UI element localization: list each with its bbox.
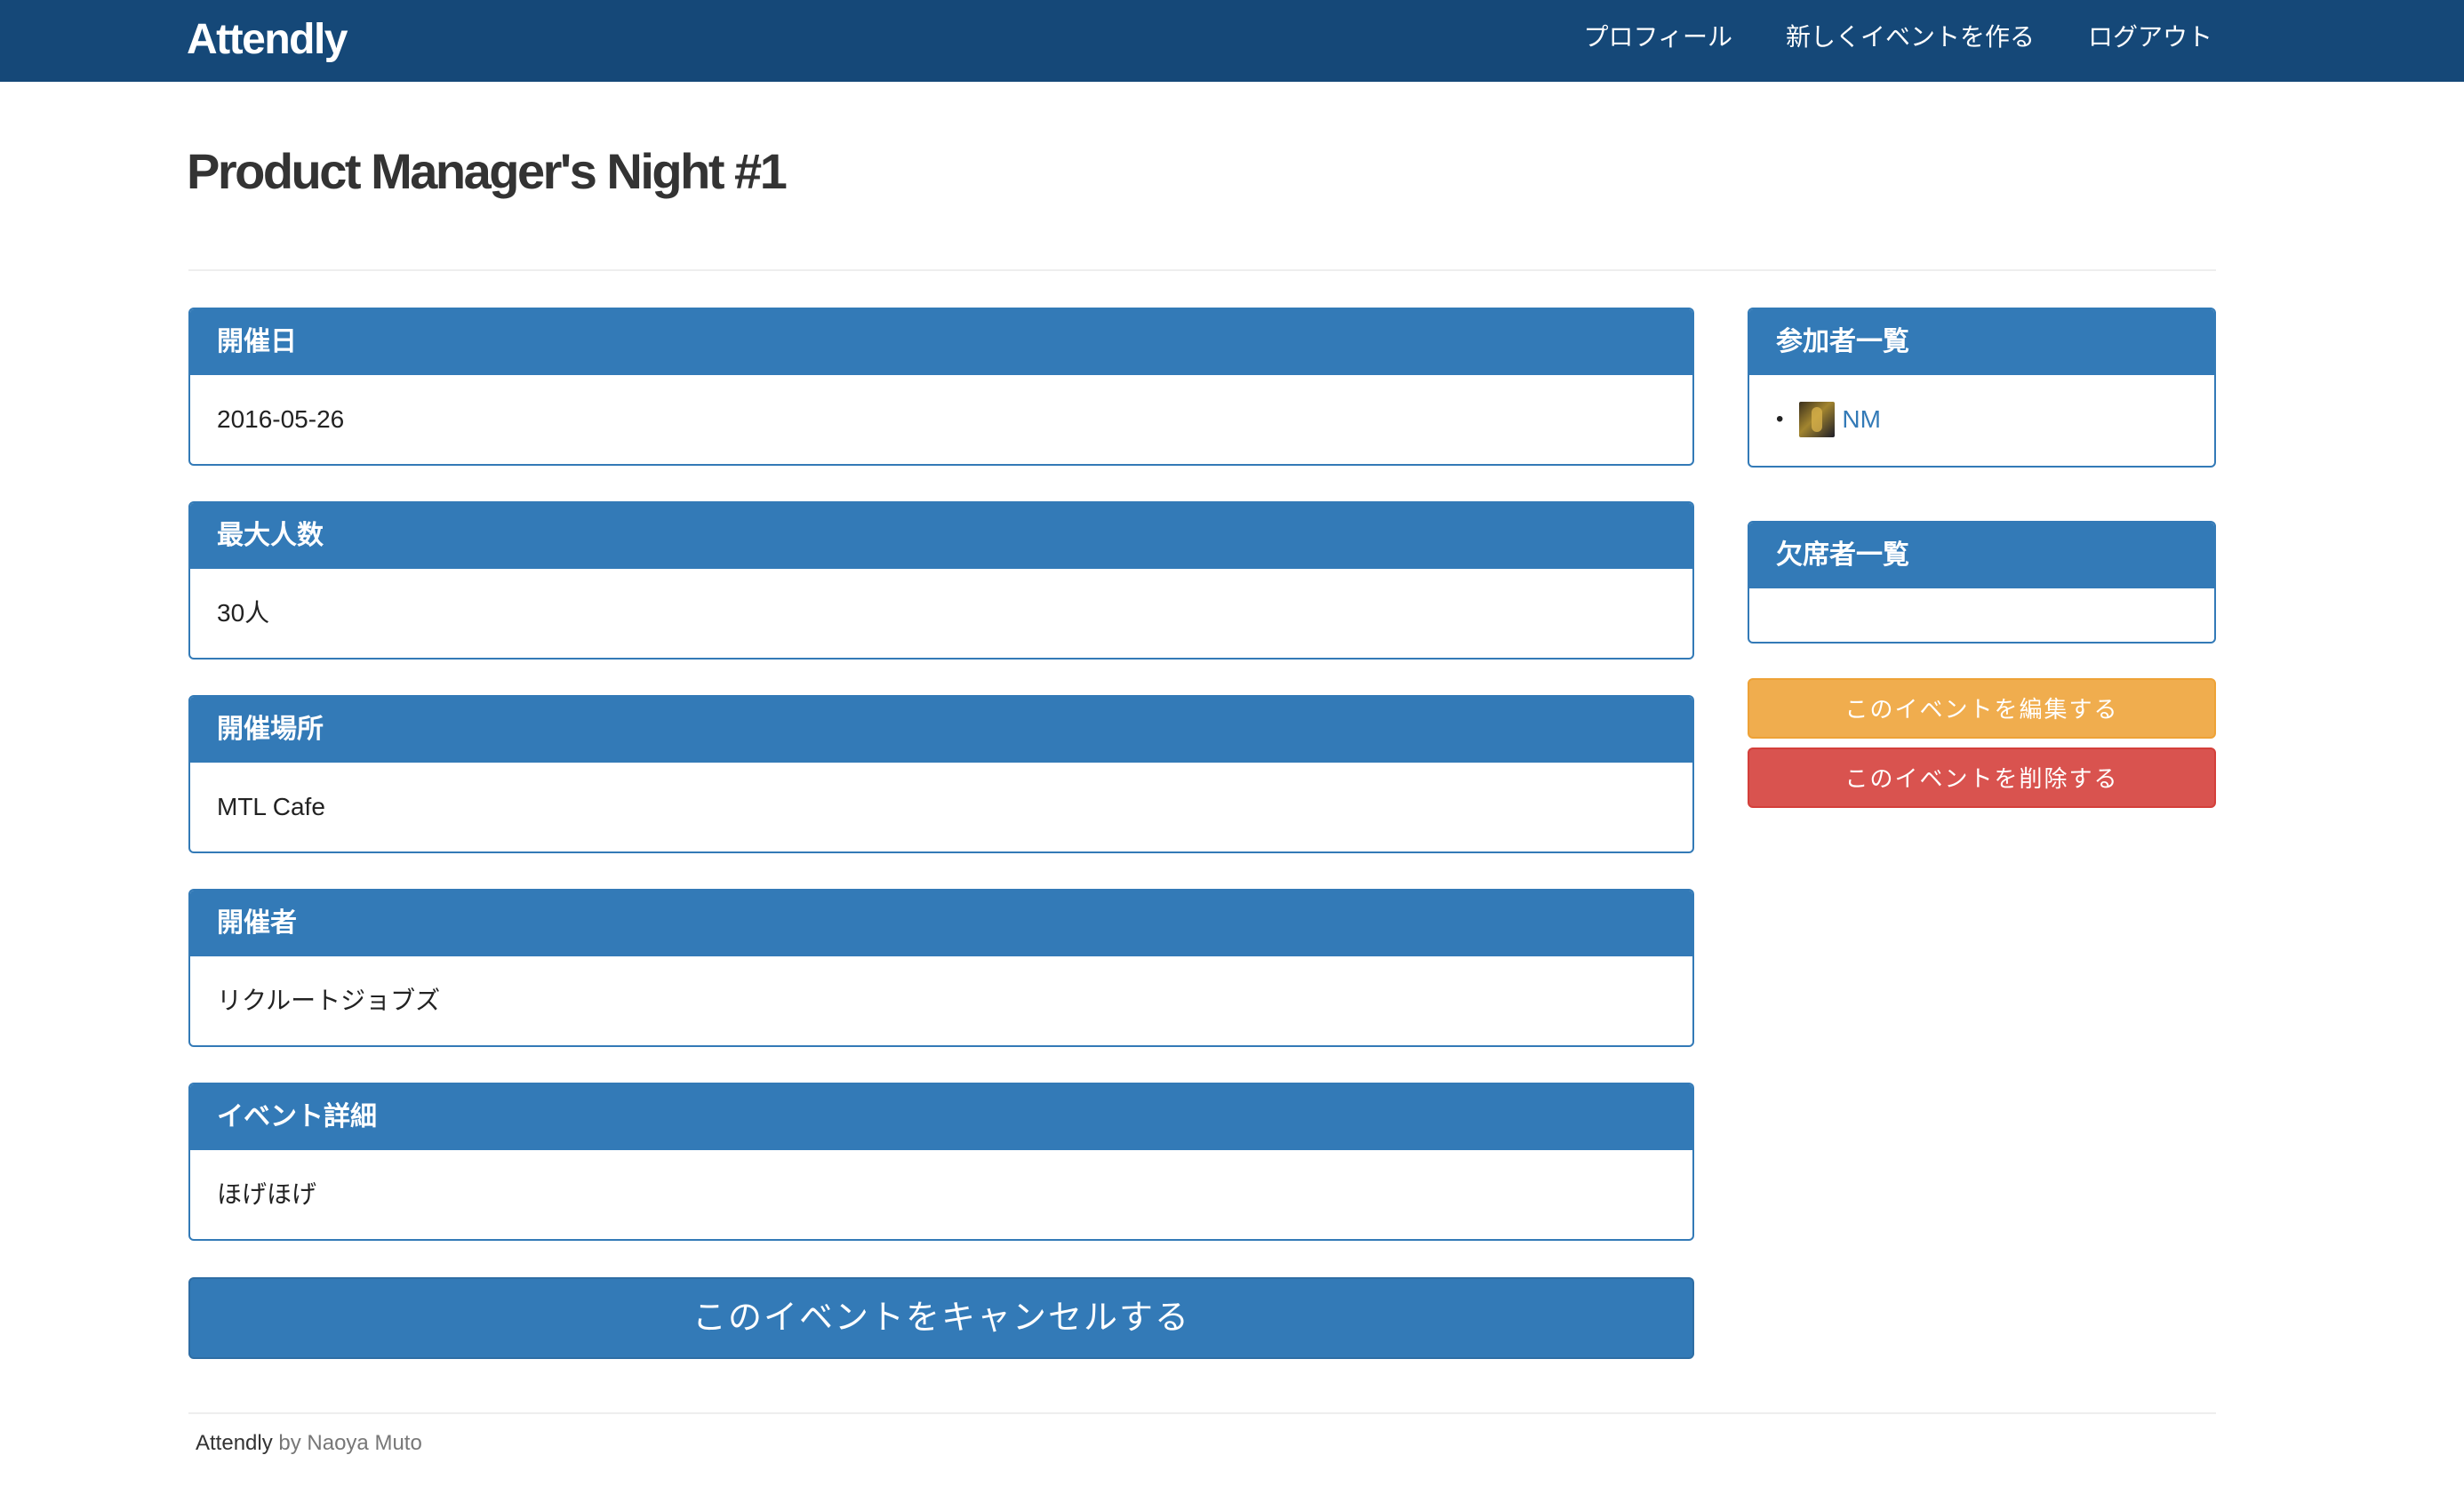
- title-divider: [188, 269, 2216, 271]
- organizer-value: リクルートジョブズ: [217, 987, 441, 1014]
- attendees-panel: 参加者一覧 • NM: [1748, 308, 2216, 468]
- brand-logo[interactable]: Attendly: [187, 9, 348, 71]
- capacity-value: 30人: [217, 599, 270, 627]
- footer: Attendly by Naoya Muto: [196, 1431, 422, 1456]
- organizer-panel-heading: 開催者: [190, 891, 1692, 956]
- capacity-panel: 最大人数 30人: [188, 501, 1694, 660]
- cancel-attendance-button[interactable]: このイベントをキャンセルする: [188, 1277, 1694, 1359]
- organizer-panel: 開催者 リクルートジョブズ: [188, 889, 1694, 1047]
- navbar: Attendly プロフィール 新しくイベントを作る ログアウト: [0, 0, 2464, 82]
- edit-event-button[interactable]: このイベントを編集する: [1748, 678, 2216, 739]
- nav-link-logout[interactable]: ログアウト: [2088, 18, 2212, 53]
- attendee-list: • NM: [1749, 375, 2214, 464]
- nav-links: プロフィール 新しくイベントを作る ログアウト: [1531, 0, 2212, 71]
- footer-byline: by Naoya Muto: [272, 1431, 422, 1455]
- nav-link-new-event[interactable]: 新しくイベントを作る: [1786, 18, 2035, 53]
- page-title: Product Manager's Night #1: [187, 143, 788, 199]
- footer-brand: Attendly: [196, 1431, 273, 1455]
- venue-panel-heading: 開催場所: [190, 697, 1692, 763]
- date-panel-heading: 開催日: [190, 309, 1692, 375]
- absentees-panel: 欠席者一覧: [1748, 521, 2216, 644]
- avatar: [1799, 402, 1836, 437]
- venue-panel: 開催場所 MTL Cafe: [188, 695, 1694, 853]
- event-details-panel-heading: イベント詳細: [190, 1084, 1692, 1150]
- date-panel: 開催日 2016-05-26: [188, 308, 1694, 466]
- date-value: 2016-05-26: [217, 405, 345, 433]
- capacity-panel-heading: 最大人数: [190, 503, 1692, 569]
- nav-link-profile[interactable]: プロフィール: [1584, 18, 1732, 53]
- delete-event-button[interactable]: このイベントを削除する: [1748, 748, 2216, 808]
- venue-value: MTL Cafe: [217, 793, 325, 820]
- attendee-link[interactable]: NM: [1842, 405, 1881, 434]
- event-details-panel: イベント詳細 ほげほげ: [188, 1083, 1694, 1241]
- absentees-panel-heading: 欠席者一覧: [1749, 523, 2214, 588]
- attendees-panel-heading: 参加者一覧: [1749, 309, 2214, 375]
- list-bullet: •: [1776, 407, 1784, 431]
- event-details-value: ほげほげ: [217, 1180, 317, 1208]
- footer-divider: [188, 1412, 2216, 1414]
